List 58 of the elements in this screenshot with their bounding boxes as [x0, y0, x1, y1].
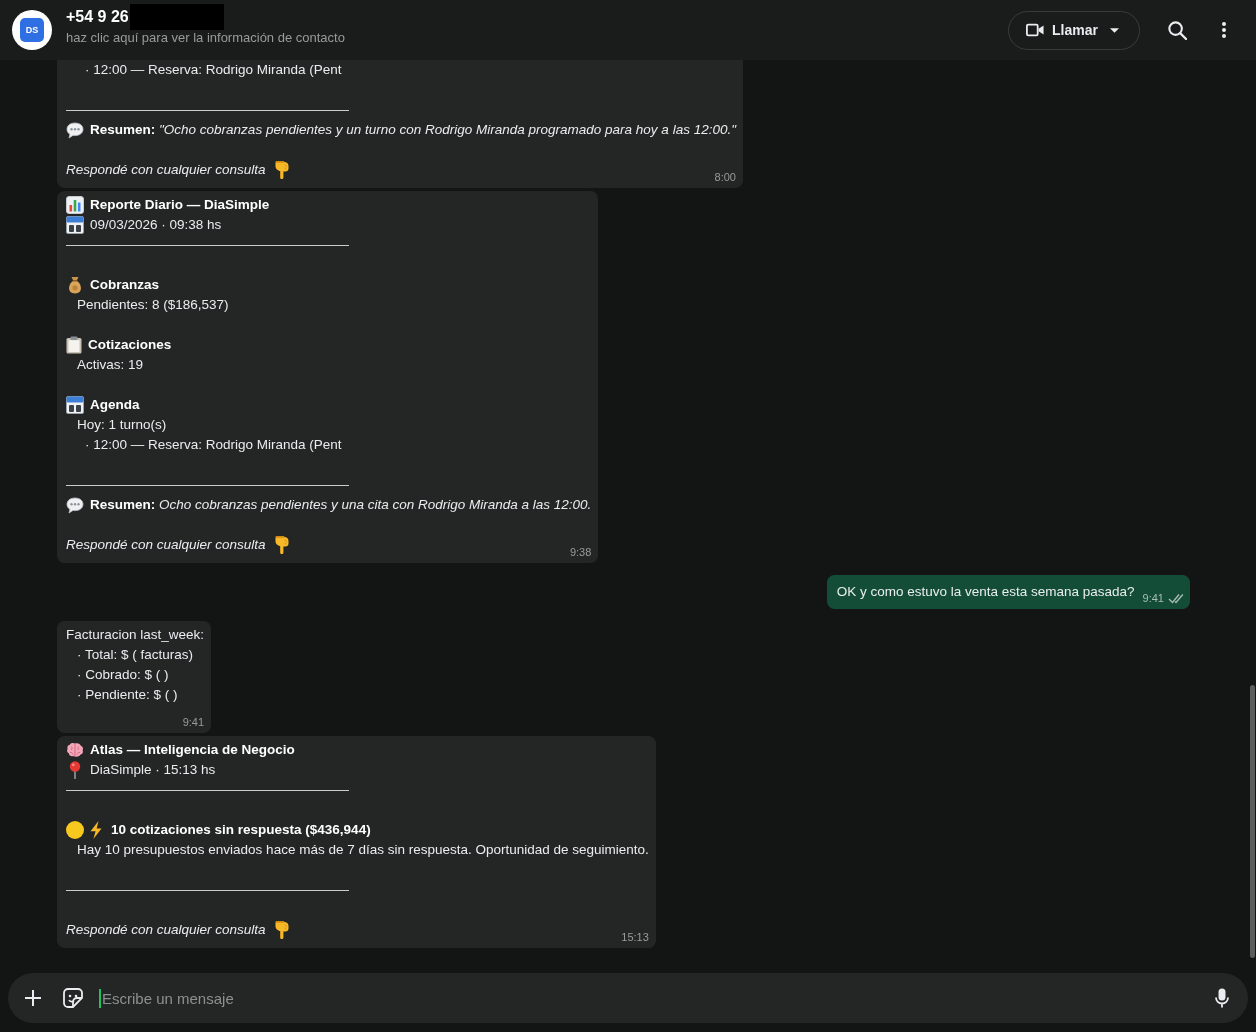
- message-text: Pendientes: 8 ($186,537): [77, 296, 229, 314]
- calendar-icon: [66, 396, 84, 414]
- message-heading: Cobranzas: [90, 276, 160, 294]
- message-input[interactable]: Escribe un mensaje: [102, 986, 1202, 1010]
- message-text: DiaSimple · 15:13 hs: [90, 761, 216, 779]
- avatar[interactable]: DS: [12, 10, 52, 50]
- speech-bubble-icon: [66, 121, 84, 139]
- caret-icon: [1109, 27, 1119, 33]
- message-text: · Total: $ ( facturas): [77, 646, 194, 664]
- scrollbar[interactable]: [1250, 685, 1255, 958]
- pin-icon: [69, 761, 81, 779]
- brain-icon: [66, 742, 84, 758]
- message-text: Hoy: 1 turno(s): [77, 416, 167, 434]
- contact-name[interactable]: +54 9 26: [66, 6, 129, 28]
- summary-text: Resumen: Ocho cobranzas pendientes y una cita con Rodrigo Miranda a las 12:00.: [90, 496, 592, 514]
- speech-bubble-icon: [66, 496, 84, 514]
- message-heading: Atlas — Inteligencia de Negocio: [90, 741, 295, 759]
- text-cursor: [99, 988, 101, 1008]
- clipboard-icon: [66, 336, 82, 354]
- calendar-icon: [66, 216, 84, 234]
- message-text: · Cobrado: $ ( ): [77, 666, 169, 684]
- plus-icon: [25, 990, 41, 1006]
- message-text: · 12:00 — Reserva: Rodrigo Miranda (Pent: [85, 436, 342, 454]
- lightning-icon: [90, 821, 102, 839]
- message-text: · 12:00 — Reserva: Rodrigo Miranda (Pent: [85, 61, 342, 79]
- bar-chart-icon: [66, 196, 84, 214]
- message-text: OK y como estuvo la venta esta semana pasada?: [836, 583, 1135, 601]
- search-icon: [1167, 20, 1187, 40]
- message-text: Facturacion last_week:: [66, 626, 205, 644]
- closing-text: Respondé con cualquier consulta: [66, 161, 266, 179]
- closing-text: Respondé con cualquier consulta: [66, 536, 266, 554]
- message-time: 15:13: [621, 930, 649, 945]
- message-heading: Reporte Diario — DiaSimple: [90, 196, 270, 214]
- closing-text: Respondé con cualquier consulta: [66, 921, 266, 939]
- hand-pointing-down-icon: [273, 921, 290, 939]
- message-heading: 10 cotizaciones sin respuesta ($436,944): [111, 821, 371, 839]
- dot-icon: [66, 821, 84, 839]
- message-time: 8:00: [714, 170, 736, 185]
- message-time: 9:41: [1142, 591, 1164, 606]
- hand-pointing-down-icon: [273, 161, 290, 179]
- message-time: 9:41: [182, 715, 205, 730]
- message-text: Hay 10 presupuestos enviados hace más de 7 días sin respuesta. Oportunidad de seguimiento.: [77, 841, 649, 859]
- money-bag-icon: [66, 276, 84, 294]
- message-text: 09/03/2026 · 09:38 hs: [90, 216, 222, 234]
- menu-icon: [1222, 22, 1226, 38]
- video-camera-icon: [1026, 23, 1044, 37]
- microphone-icon: [1215, 988, 1229, 1008]
- message-heading: Agenda: [90, 396, 140, 414]
- summary-text: Resumen: "Ocho cobranzas pendientes y un turno con Rodrigo Miranda programado para hoy a las 12:00.": [90, 121, 736, 139]
- hand-pointing-down-icon: [273, 536, 290, 554]
- message-time: 9:38: [569, 545, 592, 560]
- message-heading: Cotizaciones: [88, 336, 172, 354]
- message-text: Activas: 19: [77, 356, 144, 374]
- avatar-logo: DS: [20, 18, 44, 42]
- message-text: · Pendiente: $ ( ): [77, 686, 178, 704]
- contact-info-link[interactable]: haz clic aquí para ver la información de contacto: [66, 29, 345, 47]
- sticker-icon: [63, 988, 83, 1008]
- compose-bar[interactable]: Escribe un mensaje: [8, 973, 1248, 1023]
